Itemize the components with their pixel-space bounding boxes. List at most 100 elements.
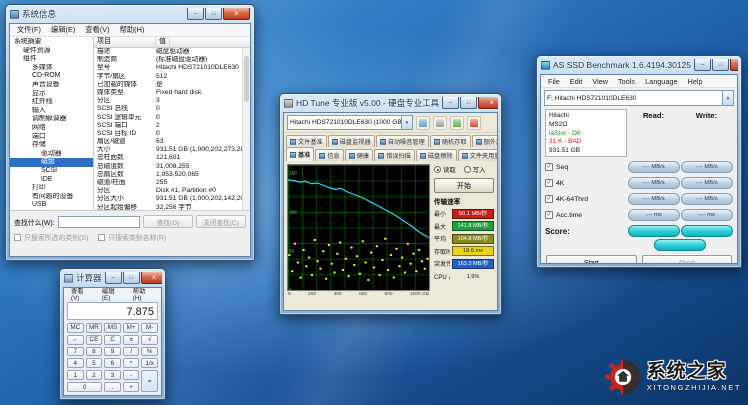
checkbox-icon[interactable]: ✓ <box>545 195 553 203</box>
write-radio[interactable]: 写入 <box>464 165 486 174</box>
calc-key-1[interactable]: 1 <box>67 370 84 380</box>
calc-key-CE[interactable]: CE <box>86 335 103 345</box>
close-button[interactable] <box>478 97 498 109</box>
exit-icon[interactable] <box>467 116 481 130</box>
menu-item[interactable]: Help <box>683 77 708 86</box>
drive-select[interactable]: Hitachi HDS721010DLE630 (1000 GB) <box>287 115 413 130</box>
calc-key-%[interactable]: % <box>141 347 158 357</box>
tab-健康[interactable]: 健康 <box>345 149 373 161</box>
asssd-titlebar[interactable]: AS SSD Benchmark 1.6.4194.30125 <box>540 56 738 74</box>
calc-key-*[interactable]: * <box>123 358 140 368</box>
menu-item[interactable]: Language <box>640 77 682 86</box>
table-row[interactable]: SCSI 目标 ID0 <box>94 130 250 138</box>
tree-item[interactable]: 驱动器 <box>10 150 93 159</box>
calc-key-√[interactable]: √ <box>141 335 158 345</box>
tree-item[interactable]: 组件 <box>10 55 93 64</box>
column-value[interactable]: 值 <box>156 37 170 47</box>
column-item[interactable]: 项目 <box>94 37 156 47</box>
menu-item[interactable]: 查看(V) <box>80 25 114 35</box>
hdtune-titlebar[interactable]: HD Tune 专业版 v5.00 - 硬盘专业工具 <box>283 94 498 112</box>
maximize-button[interactable] <box>460 97 477 109</box>
tree-item[interactable]: 红外线 <box>10 98 93 107</box>
calc-key-±[interactable]: ± <box>123 335 140 345</box>
calc-key-0[interactable]: 0 <box>67 382 102 392</box>
menu-item[interactable]: 帮助(H) <box>128 287 159 302</box>
table-row[interactable]: 总扇区数1,953,520,065 <box>94 171 250 179</box>
minimize-button[interactable] <box>694 59 711 71</box>
search-selected-category-checkbox[interactable]: 只搜索所选的类别(S) <box>14 232 88 242</box>
table-row[interactable]: 制造商(标准磁盘驱动器) <box>94 56 250 64</box>
tab-基准[interactable]: 基准 <box>286 147 314 161</box>
menu-item[interactable]: 查看(V) <box>66 287 97 302</box>
tree-item[interactable]: 调制解调器 <box>10 115 93 124</box>
minimize-button[interactable] <box>187 8 204 20</box>
find-input[interactable] <box>58 216 140 228</box>
menu-item[interactable]: 编辑(E) <box>46 25 80 35</box>
close-button[interactable] <box>730 59 738 71</box>
tree-item[interactable]: USB <box>10 201 93 210</box>
calculator-titlebar[interactable]: 计算器 <box>63 269 162 287</box>
calc-key-C[interactable]: C <box>104 335 121 345</box>
search-category-names-checkbox[interactable]: 只搜索类别名称(R) <box>98 232 166 242</box>
maximize-button[interactable] <box>712 59 729 71</box>
calc-key-2[interactable]: 2 <box>86 370 103 380</box>
vertical-scrollbar[interactable] <box>242 48 250 210</box>
tab-磁盘擦除[interactable]: 磁盘擦除 <box>416 149 457 161</box>
tree-item[interactable]: 多媒体 <box>10 64 93 73</box>
calc-key-6[interactable]: 6 <box>104 358 121 368</box>
tree-item[interactable]: 网络 <box>10 124 93 133</box>
abort-button[interactable]: Abort <box>642 255 733 264</box>
tab-文件夹用量[interactable]: 文件夹用量 <box>458 149 498 161</box>
table-row[interactable]: 扇区/磁道63 <box>94 138 250 146</box>
table-row[interactable]: 字节/扇区512 <box>94 73 250 81</box>
table-row[interactable]: 描述磁盘驱动器 <box>94 48 250 56</box>
find-button[interactable]: 查找(D) <box>143 215 193 228</box>
calc-key-←[interactable]: ← <box>67 335 84 345</box>
table-row[interactable]: 总柱面数121,601 <box>94 154 250 162</box>
tab-信息[interactable]: 信息 <box>315 149 343 161</box>
tab-磁盘监视器[interactable]: 磁盘监视器 <box>328 135 375 147</box>
calc-key-4[interactable]: 4 <box>67 358 84 368</box>
calc-key--[interactable]: - <box>123 370 140 380</box>
tree-item[interactable]: 声音设备 <box>10 81 93 90</box>
tree-item[interactable]: CD-ROM <box>10 72 93 81</box>
checkbox-icon[interactable]: ✓ <box>545 163 553 171</box>
read-radio[interactable]: 读取 <box>434 165 456 174</box>
table-row[interactable]: 分区起始偏移32,256 字节 <box>94 204 250 210</box>
tree-item[interactable]: 显示 <box>10 90 93 99</box>
table-row[interactable]: 总磁道数31,008,255 <box>94 163 250 171</box>
tree-item[interactable]: 硬件资源 <box>10 47 93 56</box>
tree-item[interactable]: 打印 <box>10 184 93 193</box>
menu-item[interactable]: View <box>587 77 613 86</box>
tab-文件基准[interactable]: 文件基准 <box>286 135 327 147</box>
calc-key-7[interactable]: 7 <box>67 347 84 357</box>
screenshot-icon[interactable] <box>433 116 447 130</box>
calc-key-9[interactable]: 9 <box>104 347 121 357</box>
close-button[interactable] <box>141 272 162 284</box>
tree-item[interactable]: IDE <box>10 176 93 185</box>
maximize-button[interactable] <box>123 272 140 284</box>
table-row[interactable]: 磁道/柱面255 <box>94 179 250 187</box>
calc-key-5[interactable]: 5 <box>86 358 103 368</box>
table-row[interactable]: 分区大小931.51 GB (1,000,202,142,208 字节) <box>94 195 250 203</box>
tree-item[interactable]: 系统摘要 <box>10 38 93 47</box>
checkbox-icon[interactable]: ✓ <box>545 179 553 187</box>
calc-key-MC[interactable]: MC <box>67 323 84 333</box>
table-row[interactable]: 分区Disk #1, Partition #0 <box>94 187 250 195</box>
options-icon[interactable] <box>450 116 464 130</box>
menu-item[interactable]: 编辑(E) <box>97 287 128 302</box>
calc-key-=[interactable]: = <box>141 370 158 392</box>
tree-item[interactable]: 输入 <box>10 107 93 116</box>
calc-key-+[interactable]: + <box>123 382 140 392</box>
start-button[interactable]: 开始 <box>434 178 494 193</box>
table-row[interactable]: 分区3 <box>94 97 250 105</box>
tree-item[interactable]: 有问题的设备 <box>10 193 93 202</box>
tab-额外测试[interactable]: 额外测试 <box>472 135 498 147</box>
menu-item[interactable]: Tools <box>613 77 640 86</box>
maximize-button[interactable] <box>205 8 222 20</box>
checkbox-icon[interactable]: ✓ <box>545 211 553 219</box>
close-find-button[interactable]: 关闭查找(C) <box>196 215 246 228</box>
tree-item[interactable]: 存储 <box>10 141 93 150</box>
calc-key-8[interactable]: 8 <box>86 347 103 357</box>
tree-item[interactable]: 端口 <box>10 133 93 142</box>
